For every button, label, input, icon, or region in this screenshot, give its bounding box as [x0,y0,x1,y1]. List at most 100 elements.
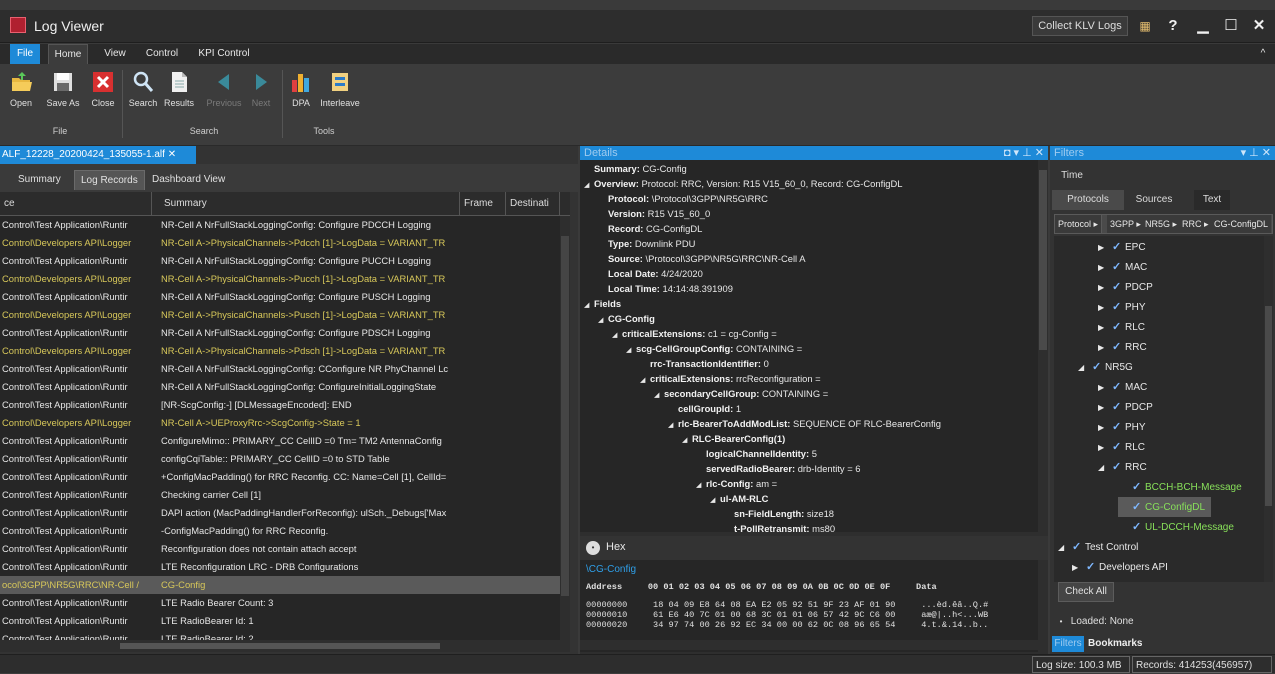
filter-tree-node[interactable]: ▶ ✓ MAC [1098,377,1147,397]
checkbox-checked-icon[interactable]: ✓ [1112,237,1125,257]
expand-arrow-icon[interactable]: ▶ [1098,318,1112,338]
filter-tree-node[interactable]: ◢ ✓ RRC [1098,457,1147,477]
filter-tree-node[interactable]: ◢ ✓ NR5G [1078,357,1133,377]
filter-tree-node[interactable]: ✓ CG-ConfigDL [1118,497,1212,517]
table-row[interactable]: Control\Test Application\Runtir LTE Radio… [0,630,560,640]
column-header-destination[interactable]: Destinati [506,192,560,216]
table-row[interactable]: Control\Test Application\Runtir LTE Radio… [0,594,560,612]
help-button[interactable]: ? [1164,15,1182,37]
tab-bookmarks[interactable]: Bookmarks [1088,636,1148,652]
table-row[interactable]: Control\Test Application\Runtir NR-Cell A… [0,324,560,342]
document-tab[interactable]: ALF_12228_20200424_135055-1.alf ✕ [0,146,196,164]
details-tree-node[interactable]: Record: CG-ConfigDL [598,221,702,236]
breadcrumb-item[interactable]: RRC ▸ [1179,215,1213,233]
details-tree-node[interactable]: ◢ secondaryCellGroup: CONTAINING = [654,386,828,401]
expand-arrow-icon[interactable]: ▶ [1098,438,1112,458]
expand-arrow-icon[interactable]: ▶ [1098,418,1112,438]
table-row[interactable]: Control\Test Application\Runtir NR-Cell A… [0,378,560,396]
checkbox-checked-icon[interactable]: ✓ [1112,297,1125,317]
panel-pin-icon[interactable]: ◘ ▾ ⊥ ✕ [1004,146,1044,160]
checkbox-checked-icon[interactable]: ✓ [1112,457,1125,477]
details-tree-node[interactable]: Summary: CG-Config [584,161,687,176]
checkbox-checked-icon[interactable]: ✓ [1112,337,1125,357]
scroll-thumb[interactable] [120,643,440,649]
details-tree-node[interactable]: ◢ criticalExtensions: rrcReconfiguration … [640,371,821,386]
column-header-source[interactable]: ce [0,192,152,216]
tab-sources[interactable]: Sources [1126,190,1182,210]
column-header-frame[interactable]: Frame [460,192,506,216]
vertical-scrollbar[interactable] [1264,236,1273,582]
filter-tree-node[interactable]: ▶ ✓ PDCP [1098,397,1153,417]
details-tree-node[interactable]: rrc-TransactionIdentifier: 0 [640,356,769,371]
table-row-selected[interactable]: ocol\3GPP\NR5G\RRC\NR-Cell / CG-Config [0,576,560,594]
checkbox-checked-icon[interactable]: ✓ [1132,517,1145,537]
expand-arrow-icon[interactable]: ▶ [1098,278,1112,298]
search-button[interactable]: Search [126,68,160,108]
filter-tree-node[interactable]: ▶ ✓ PHY [1098,417,1146,437]
expand-arrow-icon[interactable]: ▶ [1098,238,1112,258]
collapse-hex-icon[interactable]: • [586,541,600,555]
expand-arrow-icon[interactable]: ◢ [696,478,706,493]
details-tree-node[interactable]: ◢ criticalExtensions: c1 = cg-Config = [612,326,777,341]
horizontal-scrollbar[interactable] [0,640,570,652]
tab-protocols[interactable]: Protocols [1052,190,1124,210]
details-tree-node[interactable]: sn-FieldLength: size18 [724,506,834,521]
menu-kpi-control[interactable]: KPI Control [192,44,256,64]
filter-tree-node[interactable]: ▶ ✓ PDCP [1098,277,1153,297]
expand-arrow-icon[interactable]: ▶ [1098,398,1112,418]
table-row[interactable]: Control\Test Application\Runtir NR-Cell A… [0,360,560,378]
expand-arrow-icon[interactable]: ▶ [1072,558,1086,578]
table-row[interactable]: Control\Test Application\Runtir DAPI acti… [0,504,560,522]
table-row[interactable]: Control\Developers API\Logger NR-Cell A->… [0,342,560,360]
details-tree-node[interactable]: Source: \Protocol\3GPP\NR5G\RRC\NR-Cell … [598,251,805,266]
table-row[interactable]: Control\Developers API\Logger NR-Cell A->… [0,306,560,324]
hex-vertical-scrollbar[interactable] [1038,560,1048,652]
checkbox-checked-icon[interactable]: ✓ [1072,537,1085,557]
filter-tree-node[interactable]: ▶ ✓ RRC [1098,337,1147,357]
checkbox-checked-icon[interactable]: ✓ [1132,497,1145,517]
filter-tree-node[interactable]: ✓ UL-DCCH-Message [1118,517,1234,537]
menu-home[interactable]: Home [48,44,88,64]
expand-arrow-icon[interactable]: ▶ [1098,378,1112,398]
maximize-button[interactable]: ☐ [1220,15,1242,37]
expand-arrow-icon[interactable]: ◢ [612,328,622,343]
scroll-thumb[interactable] [1265,306,1272,506]
expand-arrow-icon[interactable]: ◢ [598,313,608,328]
details-tree-node[interactable]: ◢ ul-AM-RLC [710,491,768,506]
checkbox-checked-icon[interactable]: ✓ [1112,257,1125,277]
details-tree-node[interactable]: Type: Downlink PDU [598,236,695,251]
expand-arrow-icon[interactable]: ◢ [584,178,594,193]
checkbox-checked-icon[interactable]: ✓ [1112,417,1125,437]
checkbox-checked-icon[interactable]: ✓ [1112,437,1125,457]
menu-control[interactable]: Control [140,44,184,64]
checkbox-checked-icon[interactable]: ✓ [1132,477,1145,497]
table-row[interactable]: Control\Developers API\Logger NR-Cell A->… [0,270,560,288]
expand-arrow-icon[interactable]: ◢ [584,298,594,313]
table-row[interactable]: Control\Test Application\Runtir Checking … [0,486,560,504]
close-file-button[interactable]: Close [86,68,120,108]
filter-tree-node[interactable]: ▶ ✓ Developers API [1072,557,1168,577]
dpa-button[interactable]: DPA [284,68,318,108]
checkbox-checked-icon[interactable]: ✓ [1112,317,1125,337]
panel-pin-icon[interactable]: ▾ ⊥ ✕ [1241,146,1271,160]
details-tree-node[interactable]: ◢ rlc-BearerToAddModList: SEQUENCE OF RLC… [668,416,941,431]
table-row[interactable]: Control\Test Application\Runtir LTE Radio… [0,612,560,630]
next-button[interactable]: Next [246,68,276,108]
check-all-button[interactable]: Check All [1058,582,1114,602]
table-row[interactable]: Control\Test Application\Runtir Reconfigu… [0,540,560,558]
expand-arrow-icon[interactable]: ◢ [1078,358,1092,378]
expand-arrow-icon[interactable]: ▶ [1098,338,1112,358]
table-row[interactable]: Control\Test Application\Runtir LTE Recon… [0,558,560,576]
open-button[interactable]: Open [4,68,38,108]
table-row[interactable]: Control\Test Application\Runtir NR-Cell A… [0,288,560,306]
results-button[interactable]: Results [162,68,196,108]
vertical-scrollbar[interactable] [1038,160,1048,532]
details-tree-node[interactable]: Local Date: 4/24/2020 [598,266,703,281]
dashboard-icon[interactable]: ▦ [1134,15,1156,37]
tab-text[interactable]: Text [1194,190,1230,210]
table-row[interactable]: Control\Developers API\Logger NR-Cell A->… [0,414,560,432]
checkbox-checked-icon[interactable]: ✓ [1112,397,1125,417]
expand-arrow-icon[interactable]: ◢ [682,433,692,448]
table-row[interactable]: Control\Test Application\Runtir +ConfigMa… [0,468,560,486]
scroll-thumb[interactable] [1039,170,1047,350]
